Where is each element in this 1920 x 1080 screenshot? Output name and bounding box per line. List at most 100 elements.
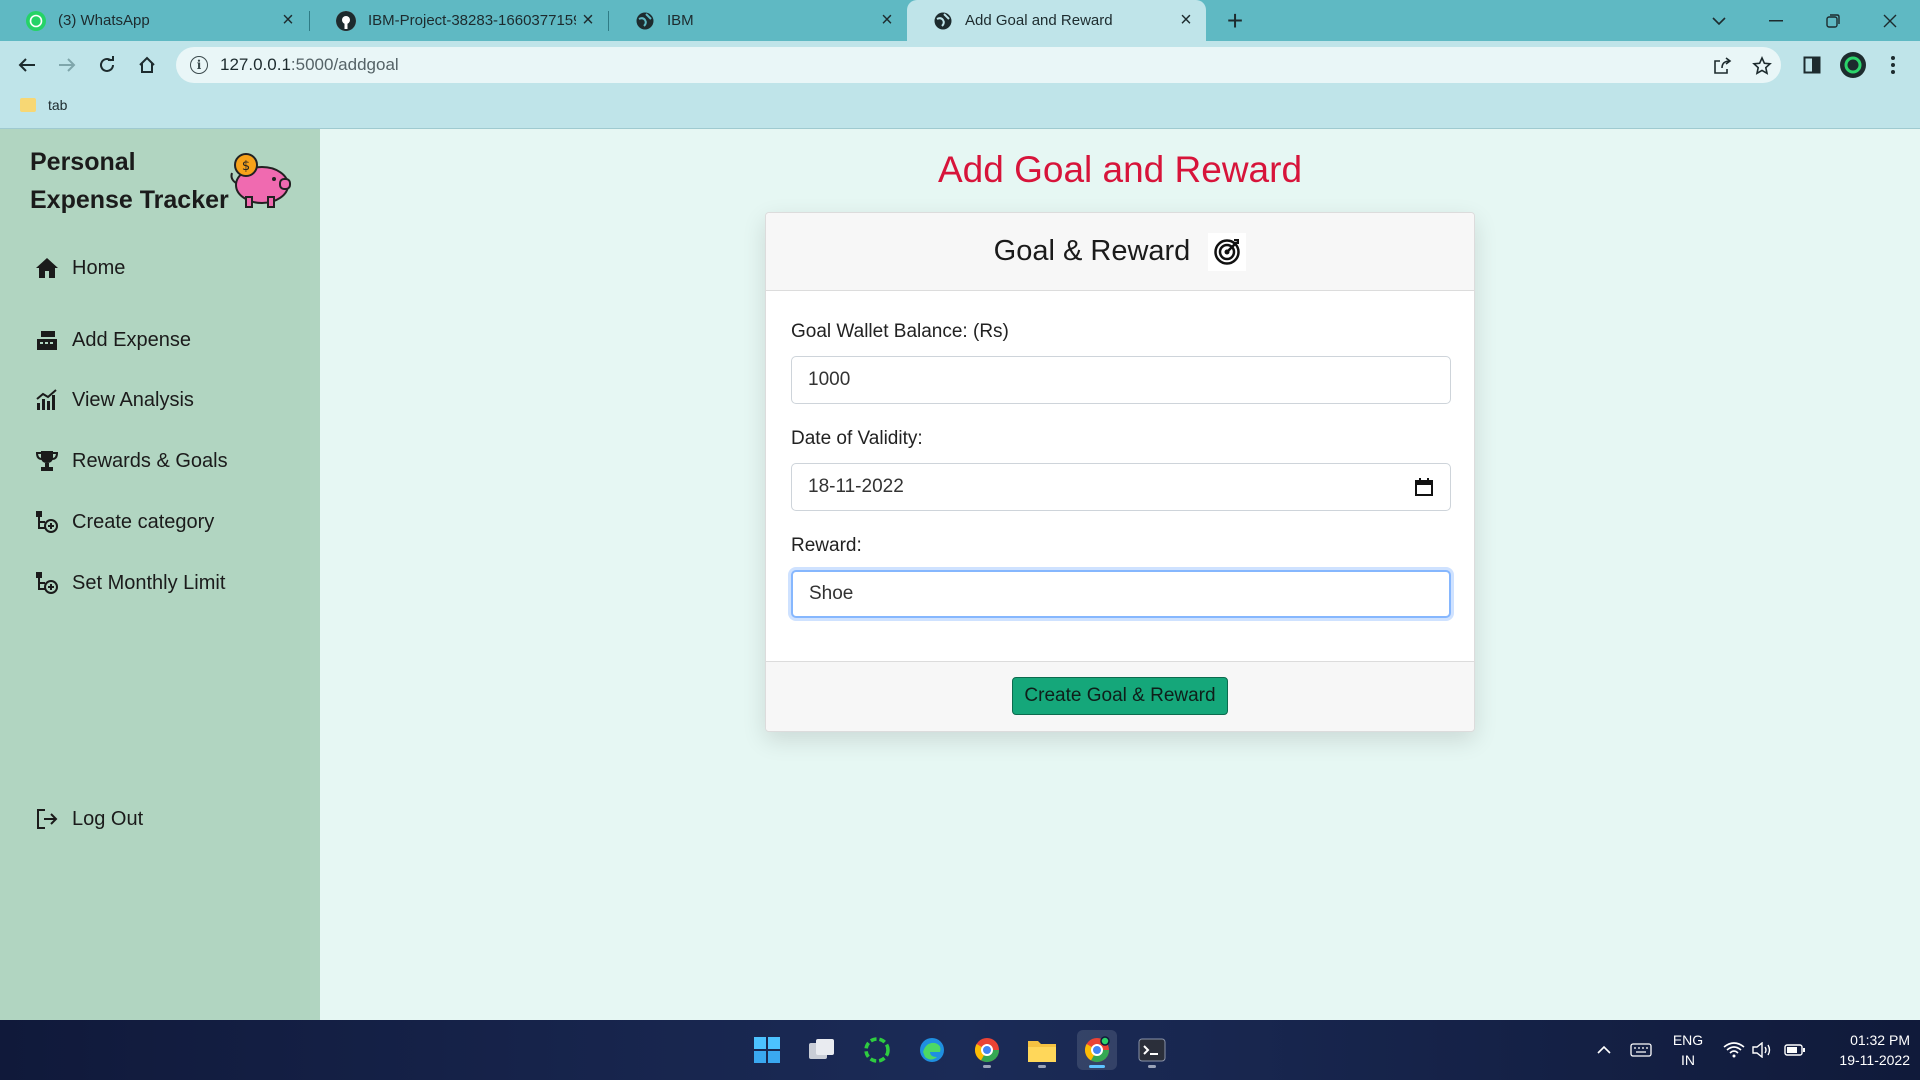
windows-taskbar: ENG IN 01:32 PM 19-11-2022	[0, 1020, 1920, 1080]
tab-title: (3) WhatsApp	[58, 12, 150, 29]
battery-icon[interactable]	[1782, 1020, 1808, 1080]
tab-github[interactable]: IBM-Project-38283-1660377159/ ×	[310, 0, 608, 41]
wifi-icon[interactable]	[1721, 1020, 1747, 1080]
brand-line-2: Expense Tracker	[30, 186, 229, 214]
card-footer: Create Goal & Reward	[766, 661, 1474, 731]
running-indicator	[1038, 1065, 1046, 1068]
running-indicator	[1148, 1065, 1156, 1068]
reload-icon[interactable]	[91, 49, 123, 81]
task-view-icon[interactable]	[802, 1030, 842, 1070]
cash-register-icon	[34, 327, 60, 353]
calendar-icon[interactable]	[1414, 477, 1434, 497]
goal-balance-value: 1000	[808, 369, 851, 390]
profile-avatar[interactable]	[1837, 49, 1869, 81]
chart-icon	[34, 387, 60, 413]
reward-input[interactable]: Shoe	[791, 570, 1451, 618]
home-icon[interactable]	[131, 49, 163, 81]
running-indicator	[983, 1065, 991, 1068]
globe-icon	[933, 11, 953, 31]
close-tab-icon[interactable]: ×	[1174, 9, 1198, 33]
home-icon	[34, 255, 60, 281]
volume-icon[interactable]	[1750, 1020, 1776, 1080]
sidebar-item-label: Create category	[72, 510, 215, 533]
bookmark-star-icon[interactable]	[1751, 55, 1773, 77]
logout-label: Log Out	[72, 807, 144, 830]
tab-add-goal[interactable]: Add Goal and Reward ×	[907, 0, 1206, 41]
system-clock[interactable]: 01:32 PM 19-11-2022	[1810, 1030, 1910, 1070]
page-title: Add Goal and Reward	[937, 149, 1303, 190]
tab-title: IBM	[667, 12, 694, 29]
goal-balance-label: Goal Wallet Balance: (Rs)	[791, 321, 1009, 342]
address-bar[interactable]: i 127.0.0.1:5000/addgoal	[176, 47, 1781, 83]
sidebar-item-set-monthly-limit[interactable]: Set Monthly Limit	[34, 570, 225, 596]
close-tab-icon[interactable]: ×	[875, 9, 899, 33]
goal-balance-input[interactable]: 1000	[791, 356, 1451, 404]
bookmark-label: tab	[48, 97, 68, 113]
clock-time: 01:32 PM	[1850, 1032, 1910, 1048]
keyboard-icon[interactable]	[1627, 1020, 1655, 1080]
github-icon	[336, 10, 356, 31]
card-header: Goal & Reward	[766, 213, 1474, 291]
side-panel-icon[interactable]	[1796, 49, 1828, 81]
close-tab-icon[interactable]: ×	[576, 9, 600, 33]
validity-date-input[interactable]: 18-11-2022	[791, 463, 1451, 511]
category-tree-icon	[34, 509, 60, 535]
chrome-active-icon[interactable]	[1077, 1030, 1117, 1070]
new-tab-button[interactable]: +	[1220, 5, 1250, 36]
whatsapp-icon	[26, 10, 46, 31]
card-title: Goal & Reward	[993, 235, 1191, 267]
sidebar-item-label: Add Expense	[72, 328, 191, 351]
tab-search-icon[interactable]	[1691, 0, 1747, 41]
logout-link[interactable]: Log Out	[34, 806, 143, 832]
target-icon	[1208, 232, 1247, 271]
chrome-profile-icon[interactable]	[967, 1030, 1007, 1070]
tab-title: IBM-Project-38283-1660377159/	[368, 12, 576, 29]
goal-reward-card: Goal & Reward Goal Wallet Balance: (Rs) …	[765, 212, 1475, 732]
minimize-icon[interactable]	[1748, 0, 1804, 41]
more-menu-icon[interactable]	[1877, 49, 1909, 81]
tab-whatsapp[interactable]: (3) WhatsApp ×	[0, 0, 308, 41]
tab-title: Add Goal and Reward	[965, 12, 1113, 29]
terminal-icon[interactable]	[1132, 1030, 1172, 1070]
edge-browser-icon[interactable]	[912, 1030, 952, 1070]
share-icon[interactable]	[1711, 55, 1733, 77]
close-tab-icon[interactable]: ×	[276, 9, 300, 33]
language-code: ENG	[1672, 1032, 1704, 1048]
sidebar-item-home[interactable]: Home	[34, 255, 125, 281]
sidebar-item-rewards-goals[interactable]: Rewards & Goals	[34, 448, 228, 474]
clock-date: 19-11-2022	[1839, 1052, 1910, 1068]
create-goal-reward-button[interactable]: Create Goal & Reward	[1012, 677, 1228, 715]
sidebar-item-label: View Analysis	[72, 388, 194, 411]
language-indicator[interactable]: ENG IN	[1668, 1030, 1708, 1070]
main-content: Add Goal and Reward Goal & Reward Goal W…	[320, 129, 1920, 1020]
browser-tab-bar: (3) WhatsApp × IBM-Project-38283-1660377…	[0, 0, 1920, 41]
sidebar-item-create-category[interactable]: Create category	[34, 509, 214, 535]
start-windows-icon[interactable]	[747, 1030, 787, 1070]
forward-arrow-icon[interactable]	[51, 49, 83, 81]
bookmark-folder-tab[interactable]: tab	[20, 97, 67, 113]
sidebar: Personal Expense Tracker $ Home Add Expe…	[0, 129, 320, 1020]
brand-title[interactable]: Personal Expense Tracker	[30, 143, 229, 219]
sidebar-item-label: Set Monthly Limit	[72, 571, 226, 594]
site-info-icon[interactable]: i	[190, 56, 208, 74]
close-window-icon[interactable]	[1862, 0, 1918, 41]
show-hidden-icons-chevron-icon[interactable]	[1592, 1020, 1616, 1080]
running-indicator	[1089, 1065, 1105, 1068]
url-text: 127.0.0.1:5000/addgoal	[220, 55, 399, 74]
validity-date-label: Date of Validity:	[791, 428, 923, 449]
logout-icon	[34, 806, 60, 832]
tab-ibm[interactable]: IBM ×	[609, 0, 907, 41]
sidebar-item-add-expense[interactable]: Add Expense	[34, 327, 191, 353]
reward-value: Shoe	[809, 583, 854, 604]
loading-ring-icon[interactable]	[857, 1030, 897, 1070]
reward-label: Reward:	[791, 535, 862, 556]
validity-date-value: 18-11-2022	[808, 476, 904, 497]
back-arrow-icon[interactable]	[11, 49, 43, 81]
browser-toolbar: i 127.0.0.1:5000/addgoal	[0, 41, 1920, 89]
sidebar-item-label: Home	[72, 256, 126, 279]
bookmarks-bar: tab	[0, 89, 1920, 129]
restore-icon[interactable]	[1805, 0, 1861, 41]
globe-icon	[635, 11, 655, 31]
sidebar-item-view-analysis[interactable]: View Analysis	[34, 387, 194, 413]
file-explorer-icon[interactable]	[1022, 1030, 1062, 1070]
